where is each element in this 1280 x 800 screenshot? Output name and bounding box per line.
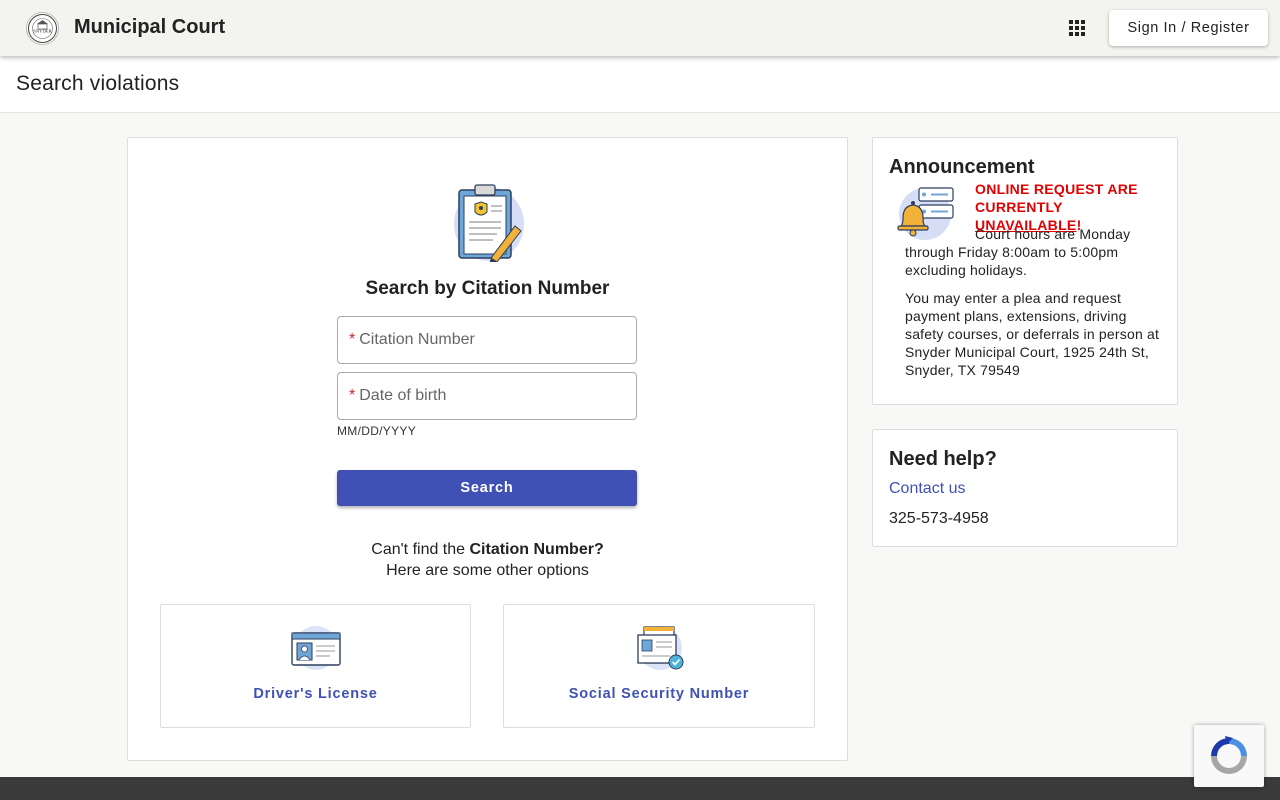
citation-number-input[interactable]: * Citation Number <box>337 316 637 364</box>
drivers-license-label: Driver's License <box>253 686 378 702</box>
top-app-bar: SNYDER Municipal Court Sign In / Registe… <box>0 0 1280 56</box>
need-help-card: Need help? Contact us 325-573-4958 <box>872 429 1178 547</box>
seal-icon: SNYDER <box>28 14 57 43</box>
ssn-label: Social Security Number <box>568 686 750 702</box>
cant-find-line2: Here are some other options <box>386 562 589 579</box>
app-title: Municipal Court <box>74 16 226 38</box>
phone-number: 325-573-4958 <box>889 510 989 527</box>
announcement-card: Announcement ONLINE REQUEST ARE CURRENTL… <box>872 137 1178 405</box>
recaptcha-badge[interactable] <box>1194 725 1264 787</box>
search-button[interactable]: Search <box>337 470 637 506</box>
date-of-birth-input[interactable]: * Date of birth <box>337 372 637 420</box>
social-security-number-option[interactable]: Social Security Number <box>503 604 815 728</box>
apps-grid-icon[interactable] <box>1064 15 1090 41</box>
dob-format-hint: MM/DD/YYYY <box>337 424 417 438</box>
contact-us-link[interactable]: Contact us <box>889 480 965 498</box>
footer <box>0 777 1280 800</box>
drivers-license-option[interactable]: Driver's License <box>160 604 471 728</box>
page-header: Search violations <box>0 56 1280 113</box>
in-person-plea-text: You may enter a plea and request payment… <box>905 290 1160 378</box>
citation-number-placeholder: Citation Number <box>359 331 475 348</box>
court-hours-text: Court hours are Monday through Friday 8:… <box>905 226 1131 278</box>
date-of-birth-placeholder: Date of birth <box>359 387 447 404</box>
ssn-card-icon <box>637 626 684 670</box>
need-help-title: Need help? <box>889 448 997 470</box>
announcement-title: Announcement <box>889 156 1035 178</box>
cant-find-bold: Citation Number? <box>469 541 604 558</box>
required-mark: * <box>349 387 356 404</box>
cant-find-prefix: Can't find the <box>371 541 470 558</box>
search-card: Search by Citation Number * Citation Num… <box>127 137 848 761</box>
drivers-license-icon <box>291 626 341 670</box>
court-logo[interactable]: SNYDER <box>26 12 59 45</box>
search-heading: Search by Citation Number <box>365 278 610 299</box>
recaptcha-icon <box>1211 736 1247 774</box>
page-title: Search violations <box>16 72 180 95</box>
alert-prefix: ONLINE REQUEST ARE CURRENTLY <box>975 181 1138 215</box>
required-mark: * <box>349 331 356 348</box>
sign-in-register-button[interactable]: Sign In / Register <box>1109 10 1268 46</box>
clipboard-badge-icon <box>454 184 524 262</box>
svg-text:SNYDER: SNYDER <box>33 29 52 34</box>
other-options-text: Can't find the Citation Number? Here are… <box>128 539 847 581</box>
